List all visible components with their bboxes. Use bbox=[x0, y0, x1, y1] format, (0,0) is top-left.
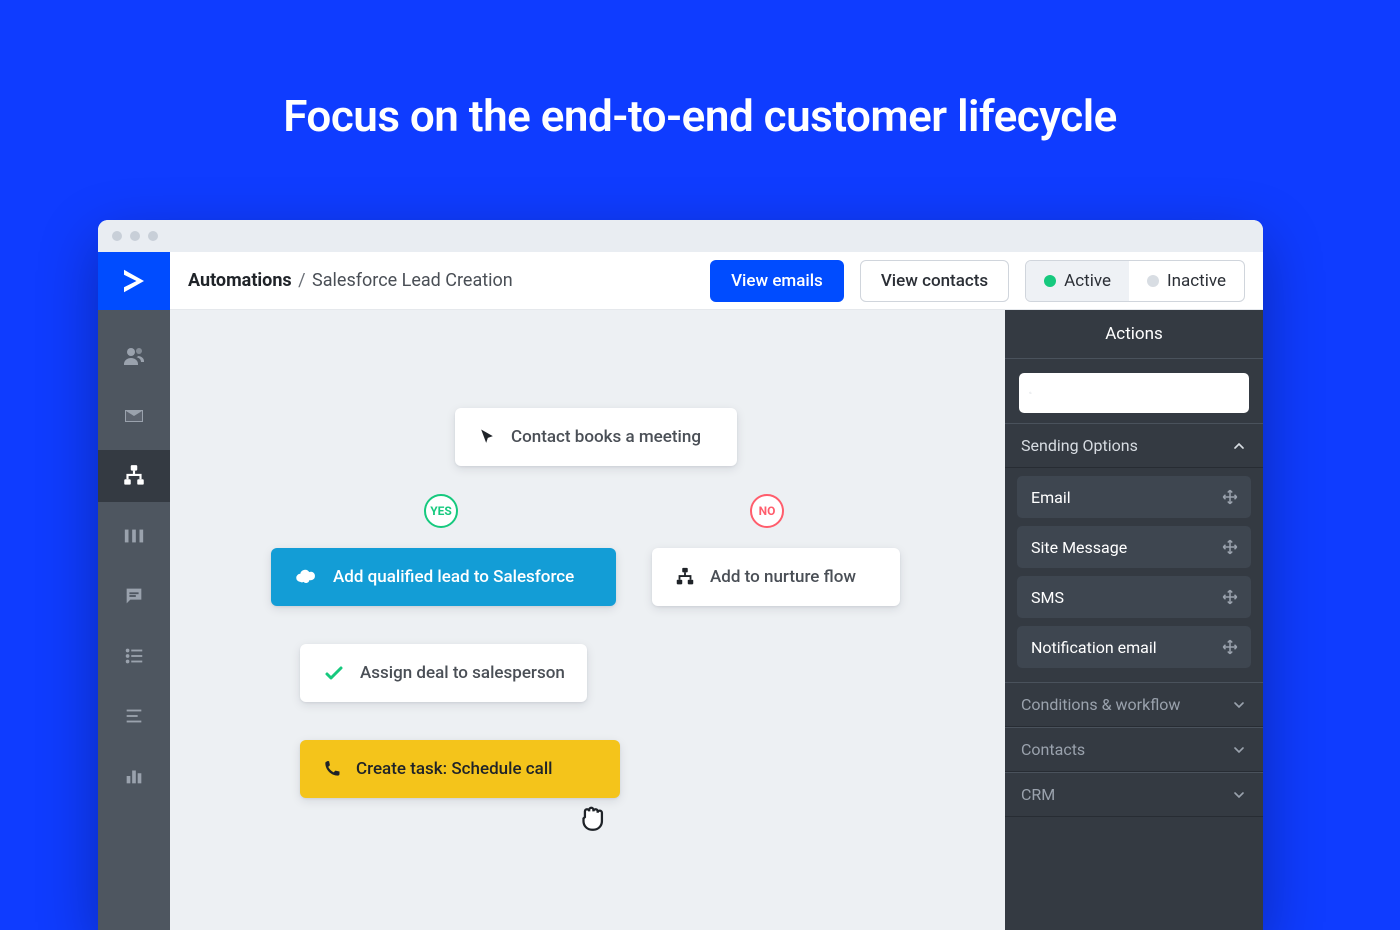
view-contacts-button[interactable]: View contacts bbox=[860, 260, 1009, 302]
phone-icon bbox=[322, 759, 342, 779]
contacts-icon bbox=[122, 344, 146, 368]
breadcrumb-leaf: Salesforce Lead Creation bbox=[312, 270, 513, 291]
flow-connectors bbox=[170, 310, 470, 460]
section-crm-label: CRM bbox=[1021, 785, 1055, 804]
window-dot bbox=[148, 231, 158, 241]
forms-icon bbox=[123, 705, 145, 727]
topbar: Automations / Salesforce Lead Creation V… bbox=[98, 252, 1263, 310]
section-sending-label: Sending Options bbox=[1021, 436, 1138, 455]
nav-lists[interactable] bbox=[98, 630, 170, 682]
grab-cursor-icon bbox=[575, 800, 609, 834]
nav-forms[interactable] bbox=[98, 690, 170, 742]
actions-panel: Actions Sending Options Email Site Messa… bbox=[1005, 310, 1263, 930]
reports-icon bbox=[123, 765, 145, 787]
left-nav bbox=[98, 310, 170, 930]
flow-node-nurture-label: Add to nurture flow bbox=[710, 567, 856, 587]
window-dot bbox=[130, 231, 140, 241]
flow-badge-no: NO bbox=[750, 494, 784, 528]
section-conditions-label: Conditions & workflow bbox=[1021, 695, 1180, 714]
lists-icon bbox=[123, 645, 145, 667]
action-sms[interactable]: SMS bbox=[1017, 576, 1251, 618]
action-site-message[interactable]: Site Message bbox=[1017, 526, 1251, 568]
automations-icon bbox=[121, 463, 147, 489]
status-toggle[interactable]: Active Inactive bbox=[1025, 260, 1245, 302]
action-notification-email-label: Notification email bbox=[1031, 638, 1157, 657]
status-dot-inactive-icon bbox=[1147, 275, 1159, 287]
status-inactive[interactable]: Inactive bbox=[1129, 261, 1244, 301]
action-email[interactable]: Email bbox=[1017, 476, 1251, 518]
action-notification-email[interactable]: Notification email bbox=[1017, 626, 1251, 668]
flow-node-task-label: Create task: Schedule call bbox=[356, 759, 552, 779]
actions-search[interactable] bbox=[1019, 373, 1249, 413]
view-emails-button[interactable]: View emails bbox=[710, 260, 844, 302]
move-icon bbox=[1221, 588, 1239, 606]
status-active-label: Active bbox=[1064, 271, 1111, 291]
actions-panel-title: Actions bbox=[1005, 310, 1263, 359]
app-window: Automations / Salesforce Lead Creation V… bbox=[98, 220, 1263, 930]
move-icon bbox=[1221, 538, 1239, 556]
check-icon bbox=[322, 661, 346, 685]
section-crm[interactable]: CRM bbox=[1005, 772, 1263, 817]
chevron-down-icon bbox=[1231, 742, 1247, 758]
flow-node-nurture[interactable]: Add to nurture flow bbox=[652, 548, 900, 606]
deals-icon bbox=[123, 525, 145, 547]
hero-title: Focus on the end-to-end customer lifecyc… bbox=[0, 0, 1400, 142]
search-icon bbox=[1029, 383, 1032, 403]
activecampaign-logo-icon bbox=[119, 266, 149, 296]
breadcrumb-root[interactable]: Automations bbox=[188, 270, 292, 291]
nav-email[interactable] bbox=[98, 390, 170, 442]
automation-canvas[interactable]: Contact books a meeting YES NO Add quali… bbox=[170, 310, 1005, 930]
breadcrumb-sep: / bbox=[298, 270, 305, 291]
app-logo[interactable] bbox=[98, 252, 170, 310]
move-icon bbox=[1221, 638, 1239, 656]
nav-conversations[interactable] bbox=[98, 570, 170, 622]
action-email-label: Email bbox=[1031, 488, 1071, 507]
window-chrome bbox=[98, 220, 1263, 252]
conversations-icon bbox=[123, 585, 145, 607]
flow-node-start[interactable]: Contact books a meeting bbox=[455, 408, 737, 466]
nav-automations[interactable] bbox=[98, 450, 170, 502]
status-inactive-label: Inactive bbox=[1167, 271, 1226, 291]
action-sms-label: SMS bbox=[1031, 588, 1064, 607]
chevron-down-icon bbox=[1231, 787, 1247, 803]
flow-node-start-label: Contact books a meeting bbox=[511, 427, 701, 447]
section-contacts-label: Contacts bbox=[1021, 740, 1085, 759]
actions-search-input[interactable] bbox=[1040, 385, 1239, 402]
move-icon bbox=[1221, 488, 1239, 506]
nav-contacts[interactable] bbox=[98, 330, 170, 382]
status-dot-active-icon bbox=[1044, 275, 1056, 287]
chevron-up-icon bbox=[1231, 438, 1247, 454]
automation-branch-icon bbox=[674, 566, 696, 588]
flow-node-task[interactable]: Create task: Schedule call bbox=[300, 740, 620, 798]
section-sending-options[interactable]: Sending Options bbox=[1005, 423, 1263, 468]
section-conditions[interactable]: Conditions & workflow bbox=[1005, 682, 1263, 727]
email-icon bbox=[122, 404, 146, 428]
flow-badge-yes: YES bbox=[424, 494, 458, 528]
breadcrumb[interactable]: Automations / Salesforce Lead Creation bbox=[188, 270, 513, 291]
salesforce-icon bbox=[293, 567, 319, 587]
flow-node-assign-label: Assign deal to salesperson bbox=[360, 663, 565, 683]
flow-node-salesforce[interactable]: Add qualified lead to Salesforce bbox=[271, 548, 616, 606]
section-contacts[interactable]: Contacts bbox=[1005, 727, 1263, 772]
chevron-down-icon bbox=[1231, 697, 1247, 713]
nav-deals[interactable] bbox=[98, 510, 170, 562]
status-active[interactable]: Active bbox=[1026, 261, 1129, 301]
flow-node-salesforce-label: Add qualified lead to Salesforce bbox=[333, 567, 574, 587]
cursor-icon bbox=[477, 427, 497, 447]
flow-node-assign[interactable]: Assign deal to salesperson bbox=[300, 644, 587, 702]
action-site-message-label: Site Message bbox=[1031, 538, 1127, 557]
window-dot bbox=[112, 231, 122, 241]
nav-reports[interactable] bbox=[98, 750, 170, 802]
